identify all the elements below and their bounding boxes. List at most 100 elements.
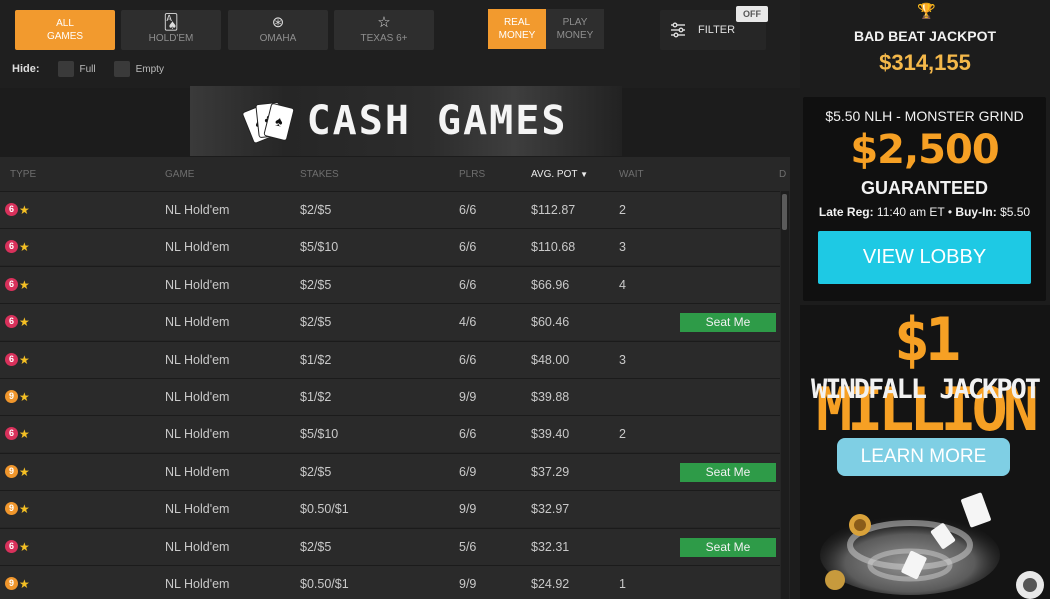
col-plrs[interactable]: PLRS: [459, 169, 485, 180]
table-row[interactable]: 6 ★ NL Hold'em $2/$5 6/6 $112.87 2: [0, 191, 780, 228]
tournament-details: Late Reg: 11:40 am ET • Buy-In: $5.50: [803, 205, 1046, 219]
table-row[interactable]: 6 ★ NL Hold'em $2/$5 5/6 $32.31 Seat Me: [0, 527, 780, 565]
cell-wait: 2: [619, 203, 626, 217]
cell-avg-pot: $24.92: [531, 577, 570, 591]
table-row[interactable]: 9 ★ NL Hold'em $1/$2 9/9 $39.88: [0, 378, 780, 415]
table-row[interactable]: 9 ★ NL Hold'em $2/$5 6/9 $37.29 Seat Me: [0, 452, 780, 490]
cell-plrs: 9/9: [459, 502, 477, 517]
table-size-badge: 6: [5, 315, 18, 329]
cell-stakes: $1/$2: [300, 352, 332, 367]
cell-stakes: $0.50/$1: [300, 577, 349, 591]
cell-avg-pot: $37.29: [531, 464, 570, 479]
tab-label: ALL GAMES: [46, 18, 84, 42]
trophy-icon: 🏆: [917, 3, 936, 20]
view-lobby-button[interactable]: VIEW LOBBY: [818, 231, 1031, 284]
table-row[interactable]: 6 ★ NL Hold'em $5/$10 6/6 $39.40 2: [0, 415, 780, 453]
seat-me-button[interactable]: Seat Me: [680, 537, 776, 557]
cell-plrs: 6/6: [459, 427, 477, 442]
cell-game: NL Hold'em: [165, 390, 230, 404]
cell-avg-pot: $32.97: [531, 502, 570, 517]
cell-wait: 2: [619, 427, 626, 442]
table-row[interactable]: 6 ★ NL Hold'em $5/$10 6/6 $110.68 3: [0, 228, 780, 266]
cell-stakes: $2/$5: [300, 315, 332, 330]
real-money-toggle[interactable]: REAL MONEY: [488, 9, 546, 49]
cell-game: NL Hold'em: [165, 277, 230, 292]
tab-texas-6plus[interactable]: ☆ TEXAS 6+: [334, 10, 434, 50]
top-filter-bar: ALL GAMES 🂡 HOLD'EM ⊛ OMAHA ☆ TEXAS 6+ R…: [0, 0, 800, 88]
cell-game: NL Hold'em: [165, 352, 230, 367]
tab-holdem[interactable]: 🂡 HOLD'EM: [121, 10, 221, 50]
col-game[interactable]: GAME: [165, 169, 194, 180]
table-size-badge: 9: [5, 577, 18, 590]
col-type[interactable]: TYPE: [10, 169, 36, 180]
play-money-label: PLAY MONEY: [556, 17, 594, 41]
play-money-toggle[interactable]: PLAY MONEY: [546, 9, 604, 49]
col-trailing[interactable]: D: [779, 169, 786, 180]
windfall-subline: WINDFALL JACKPOT: [810, 374, 1041, 405]
jackpot-title: BAD BEAT JACKPOT: [853, 28, 997, 44]
star-icon: ★: [19, 240, 30, 255]
col-stakes[interactable]: STAKES: [300, 169, 339, 180]
star-icon: ★: [19, 427, 30, 442]
star-icon: ★: [19, 277, 30, 292]
cell-game: NL Hold'em: [165, 502, 230, 517]
cell-game: NL Hold'em: [165, 539, 230, 554]
cell-plrs: 6/9: [459, 464, 477, 479]
table-row[interactable]: 6 ★ NL Hold'em $2/$5 4/6 $60.46 Seat Me: [0, 303, 780, 341]
cell-stakes: $5/$10: [300, 240, 339, 255]
table-size-badge: 6: [5, 240, 18, 254]
table-row[interactable]: 6 ★ NL Hold'em $1/$2 6/6 $48.00 3: [0, 340, 780, 378]
col-avg-pot[interactable]: AVG. POT ▼: [531, 169, 588, 180]
seat-me-button[interactable]: Seat Me: [680, 462, 776, 482]
tournament-promo: $5.50 NLH - MONSTER GRIND $2,500 GUARANT…: [803, 97, 1046, 301]
tab-all-games[interactable]: ALL GAMES: [15, 10, 115, 50]
guarantee-amount: $2,500: [850, 127, 999, 173]
windfall-jackpot-promo[interactable]: $1 MILLION WINDFALL JACKPOT LEARN MORE: [800, 305, 1050, 599]
cell-plrs: 4/6: [459, 315, 477, 330]
cell-game: NL Hold'em: [165, 315, 230, 330]
table-row[interactable]: 9 ★ NL Hold'em $0.50/$1 9/9 $32.97: [0, 490, 780, 528]
table-row[interactable]: 9 ★ NL Hold'em $0.50/$1 9/9 $24.92 1: [0, 565, 780, 599]
tab-omaha[interactable]: ⊛ OMAHA: [228, 10, 328, 50]
star-icon: ★: [19, 502, 30, 517]
seat-me-button[interactable]: Seat Me: [680, 313, 776, 333]
cell-avg-pot: $112.87: [531, 203, 576, 217]
tab-label: OMAHA: [259, 33, 297, 44]
table-row[interactable]: 6 ★ NL Hold'em $2/$5 6/6 $66.96 4: [0, 265, 780, 303]
filter-status-badge: OFF: [736, 6, 768, 22]
cell-avg-pot: $60.46: [531, 315, 570, 330]
cell-plrs: 5/6: [459, 539, 477, 554]
table-size-badge: 6: [5, 277, 18, 291]
buyin-label: Buy-In:: [955, 205, 997, 219]
cell-wait: 4: [619, 277, 626, 292]
table-scrollbar[interactable]: [781, 191, 789, 599]
tab-label: HOLD'EM: [148, 33, 194, 44]
playing-cards-icon: ♠ ♣ ♠: [241, 97, 295, 145]
hide-full-checkbox[interactable]: [57, 61, 74, 77]
table-size-badge: 9: [5, 502, 18, 516]
sliders-icon: [671, 22, 685, 38]
cell-stakes: $5/$10: [300, 427, 339, 442]
cell-stakes: $2/$5: [300, 277, 332, 292]
cell-plrs: 6/6: [459, 240, 477, 255]
late-reg-time: 11:40 am ET: [876, 205, 945, 219]
sort-desc-icon: ▼: [580, 170, 589, 179]
cell-avg-pot: $39.88: [531, 390, 570, 404]
late-reg-label: Late Reg:: [818, 205, 874, 219]
cell-stakes: $2/$5: [300, 539, 332, 554]
star-icon: ★: [19, 464, 30, 479]
buyin-value: $5.50: [1000, 205, 1031, 219]
table-size-badge: 6: [5, 427, 18, 441]
table-header: TYPE GAME STAKES PLRS AVG. POT ▼ WAIT D: [0, 157, 790, 191]
star-icon: ★: [19, 577, 30, 591]
scrollbar-thumb[interactable]: [782, 194, 787, 230]
cell-game: NL Hold'em: [165, 240, 230, 255]
hide-empty-checkbox[interactable]: [113, 61, 130, 77]
table-size-badge: 6: [5, 539, 18, 553]
hide-full-label: Full: [79, 63, 96, 75]
learn-more-button[interactable]: LEARN MORE: [837, 438, 1010, 476]
star-icon: ★: [19, 315, 30, 330]
col-wait[interactable]: WAIT: [619, 169, 644, 180]
hide-options: Hide: Full Empty: [12, 61, 182, 77]
cell-stakes: $2/$5: [300, 203, 332, 217]
